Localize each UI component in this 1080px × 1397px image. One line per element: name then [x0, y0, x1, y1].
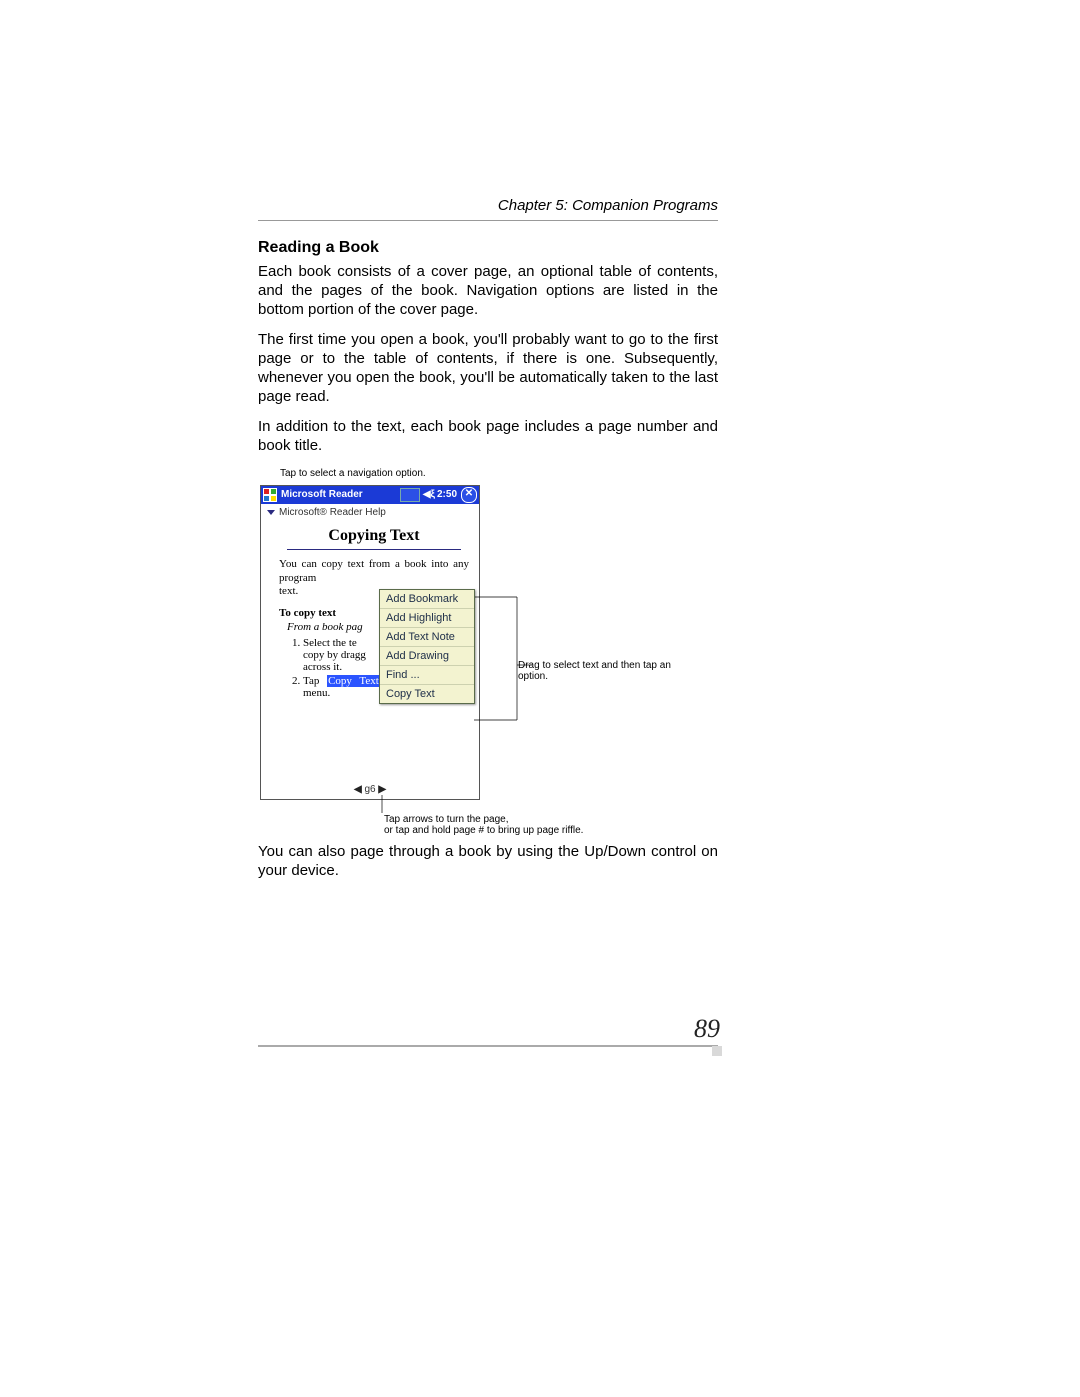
menu-add-bookmark[interactable]: Add Bookmark — [380, 590, 474, 609]
section-heading: Reading a Book — [258, 239, 718, 257]
close-icon[interactable]: ✕ — [461, 487, 477, 503]
reader-heading: Copying Text — [279, 527, 469, 545]
menu-find[interactable]: Find ... — [380, 666, 474, 685]
callout-nav-option: Tap to select a navigation option. — [280, 468, 718, 479]
paragraph-after-figure: You can also page through a book by usin… — [258, 843, 718, 881]
connectivity-icon[interactable] — [400, 488, 420, 502]
menu-add-text-note[interactable]: Add Text Note — [380, 628, 474, 647]
figure-reader-screenshot: Microsoft Reader ◀ξ 2:50 ✕ Microsoft® Re… — [256, 485, 718, 825]
reader-para-text: You can copy text from a book into any p… — [279, 558, 469, 584]
reader-step1-b: copy by dragg — [303, 649, 366, 661]
pager-next-icon[interactable]: ▶ — [378, 784, 386, 795]
reader-step2-highlight: Copy Text — [327, 675, 380, 687]
menu-add-drawing[interactable]: Add Drawing — [380, 647, 474, 666]
page-number-marker — [712, 1046, 722, 1056]
reader-step1-c: across it. — [303, 661, 342, 673]
device-frame: Microsoft Reader ◀ξ 2:50 ✕ Microsoft® Re… — [260, 485, 480, 800]
clock-label[interactable]: 2:50 — [437, 489, 457, 500]
page-number: 89 — [694, 1014, 720, 1044]
breadcrumb-label: Microsoft® Reader Help — [279, 507, 386, 518]
titlebar: Microsoft Reader ◀ξ 2:50 ✕ — [261, 486, 479, 504]
paragraph-2: The first time you open a book, you'll p… — [258, 331, 718, 406]
breadcrumb[interactable]: Microsoft® Reader Help — [261, 504, 479, 521]
footer-rule — [258, 1045, 718, 1047]
top-rule — [258, 220, 718, 221]
paragraph-1: Each book consists of a cover page, an o… — [258, 263, 718, 319]
pager-prev-icon[interactable]: ◀ — [354, 784, 362, 795]
app-title: Microsoft Reader — [281, 489, 398, 500]
paragraph-3: In addition to the text, each book page … — [258, 418, 718, 456]
context-menu: Add Bookmark Add Highlight Add Text Note… — [379, 589, 475, 704]
callout-pager-line2: or tap and hold page # to bring up page … — [384, 825, 583, 836]
callout-pager-line1: Tap arrows to turn the page, — [384, 814, 509, 825]
chapter-header: Chapter 5: Companion Programs — [258, 197, 718, 214]
callout-drag-text: Drag to select text and then tap an opti… — [518, 660, 678, 683]
reader-step2-a: Tap — [303, 675, 327, 687]
breadcrumb-arrow-icon — [267, 510, 275, 515]
reader-para-tail: text. — [279, 585, 298, 597]
menu-copy-text[interactable]: Copy Text — [380, 685, 474, 703]
pager-page-number[interactable]: g6 — [364, 784, 375, 795]
pager[interactable]: ◀ g6 ▶ — [261, 784, 479, 795]
reader-rule — [287, 549, 461, 550]
reader-step1-a: Select the te — [303, 637, 357, 649]
menu-add-highlight[interactable]: Add Highlight — [380, 609, 474, 628]
windows-logo-icon — [263, 488, 277, 502]
speaker-icon[interactable]: ◀ξ — [423, 489, 435, 500]
callout-pager: Tap arrows to turn the page, or tap and … — [384, 814, 704, 836]
